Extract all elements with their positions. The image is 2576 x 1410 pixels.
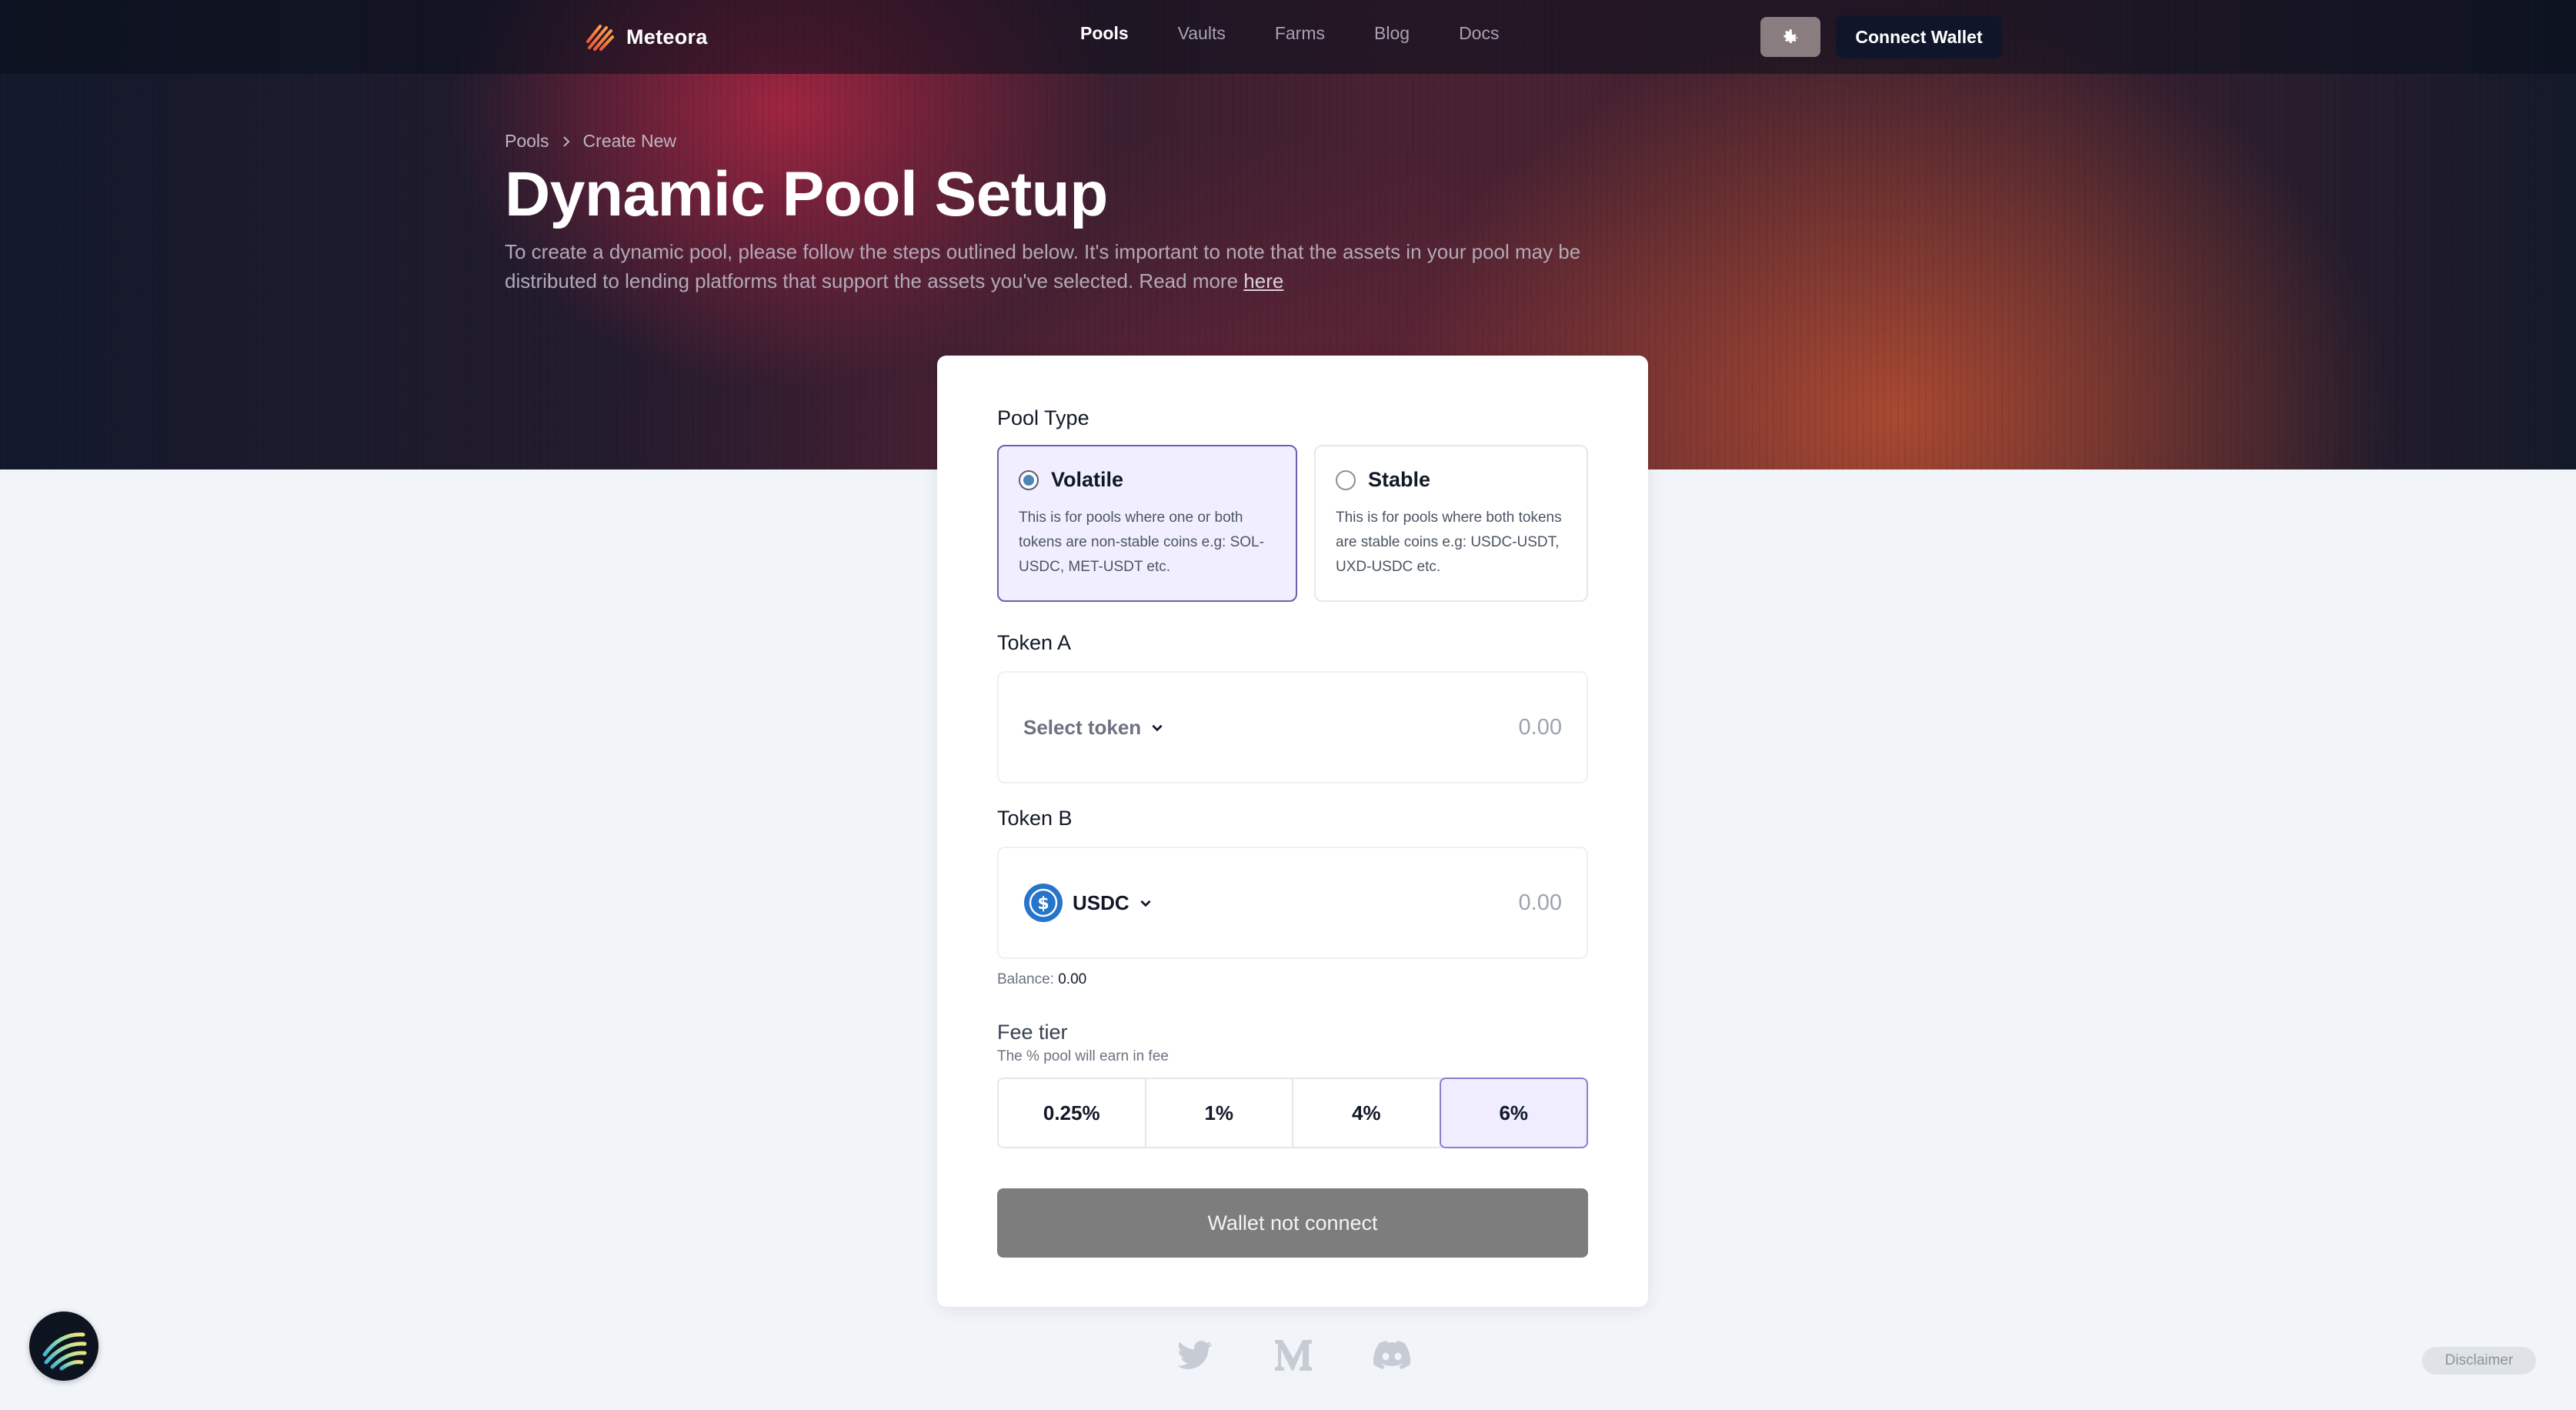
radio-stable[interactable] [1336, 469, 1356, 490]
gear-icon [1784, 29, 1798, 44]
floating-help-button[interactable] [29, 1311, 98, 1381]
nav-docs[interactable]: Docs [1459, 23, 1499, 44]
brand-logo[interactable]: Meteora [585, 20, 708, 54]
radio-volatile[interactable] [1019, 469, 1039, 490]
fee-option-0-25[interactable]: 0.25% [999, 1079, 1146, 1147]
token-b-amount-input[interactable]: 0.00 [1519, 848, 1562, 957]
pool-type-label: Pool Type [997, 406, 1089, 429]
token-a-label: Token A [997, 631, 1072, 654]
pool-type-title: Stable [1368, 468, 1431, 491]
breadcrumb-pools[interactable]: Pools [505, 131, 549, 152]
medium-link[interactable] [1274, 1336, 1313, 1375]
breadcrumb-current: Create New [582, 131, 676, 151]
pool-setup-card: Pool Type Volatile This is for pools whe… [937, 356, 1648, 1307]
medium-icon [1275, 1340, 1312, 1371]
pool-type-stable[interactable]: Stable This is for pools where both toke… [1314, 445, 1588, 602]
meteora-logo-icon [586, 25, 614, 51]
pool-type-volatile[interactable]: Volatile This is for pools where one or … [997, 445, 1297, 602]
discord-icon [1373, 1341, 1410, 1369]
svg-text:$: $ [1037, 894, 1049, 914]
pool-type-description: This is for pools where both tokens are … [1336, 510, 1562, 575]
fee-tier-title: Fee tier [997, 1021, 1068, 1044]
nav-blog[interactable]: Blog [1374, 23, 1410, 44]
chevron-right-icon [562, 135, 569, 147]
chevron-down-icon [1152, 724, 1163, 732]
top-navbar: Meteora Pools Vaults Farms Blog Docs Con… [0, 0, 2576, 74]
twitter-link[interactable] [1176, 1336, 1214, 1375]
pool-type-title: Volatile [1051, 468, 1124, 491]
token-a-selector[interactable]: Select token [1023, 673, 1164, 782]
usdc-icon: $ [1024, 884, 1063, 922]
main-nav: Pools Vaults Farms Blog Docs [1080, 23, 1548, 44]
token-b-balance: Balance: 0.00 [997, 971, 1086, 988]
token-a-placeholder: Select token [1023, 715, 1142, 739]
breadcrumb: Pools Create New [505, 131, 676, 152]
fee-option-4[interactable]: 4% [1293, 1079, 1441, 1147]
page-description-text: To create a dynamic pool, please follow … [505, 240, 1581, 292]
wallet-not-connected-button[interactable]: Wallet not connect [997, 1188, 1588, 1258]
token-a-amount-input[interactable]: 0.00 [1519, 673, 1562, 782]
settings-button[interactable] [1760, 17, 1820, 57]
page-description: To create a dynamic pool, please follow … [505, 237, 1597, 296]
balance-label: Balance: [997, 971, 1054, 987]
read-more-link[interactable]: here [1243, 269, 1283, 292]
twitter-icon [1177, 1341, 1213, 1369]
chevron-down-icon [1140, 900, 1151, 907]
nav-vaults[interactable]: Vaults [1178, 23, 1226, 44]
fee-tier-subtitle: The % pool will earn in fee [997, 1048, 1169, 1064]
connect-wallet-button[interactable]: Connect Wallet [1836, 15, 2002, 58]
balance-value: 0.00 [1058, 971, 1087, 987]
fee-option-6[interactable]: 6% [1439, 1078, 1588, 1148]
token-a-box: Select token 0.00 [997, 671, 1588, 784]
nav-pools[interactable]: Pools [1080, 23, 1129, 44]
token-b-symbol: USDC [1073, 890, 1130, 914]
discord-link[interactable] [1373, 1336, 1411, 1375]
nav-farms[interactable]: Farms [1275, 23, 1325, 44]
token-b-selector[interactable]: $ USDC [1023, 848, 1153, 957]
token-b-label: Token B [997, 807, 1073, 830]
fee-option-1[interactable]: 1% [1146, 1079, 1293, 1147]
brand-name: Meteora [626, 25, 708, 48]
token-b-box: $ USDC 0.00 [997, 847, 1588, 959]
pool-type-description: This is for pools where one or both toke… [1019, 510, 1264, 575]
page-title: Dynamic Pool Setup [505, 159, 1108, 229]
meteora-orb-icon [42, 1332, 87, 1371]
social-links [1176, 1336, 1411, 1375]
fee-tier-options: 0.25% 1% 4% 6% [997, 1078, 1588, 1148]
disclaimer-button[interactable]: Disclaimer [2422, 1347, 2536, 1375]
